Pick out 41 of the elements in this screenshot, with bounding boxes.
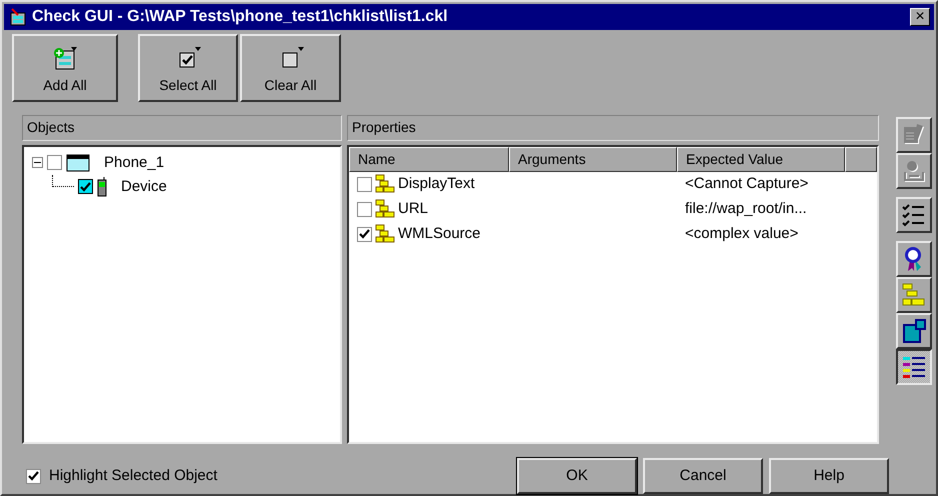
close-button[interactable]: × (910, 8, 930, 26)
window-title: Check GUI - G:\WAP Tests\phone_test1\chklist\list1.ckl (32, 6, 448, 27)
panel-header: Objects (22, 114, 342, 141)
add-list-icon (52, 46, 78, 71)
toolbar-button[interactable]: Add All (12, 34, 118, 102)
dialog-button[interactable]: Cancel (643, 458, 763, 494)
bricks-icon (374, 174, 396, 194)
tree-checkbox[interactable] (47, 155, 62, 170)
column-header[interactable]: Expected Value (677, 146, 845, 172)
toolbar-button[interactable]: Select All (138, 34, 238, 102)
tree-checkbox[interactable] (78, 179, 93, 194)
checklist-icon (901, 202, 927, 228)
expected-value: file://wap_root/in... (684, 199, 807, 220)
option-label: Highlight Selected Object (49, 466, 218, 486)
collapse-icon[interactable] (32, 157, 43, 168)
window-icon (901, 318, 927, 344)
bricks-icon (901, 282, 927, 308)
tree-label[interactable]: Device (121, 176, 167, 198)
phone-icon (97, 176, 107, 197)
bricks-icon (374, 199, 396, 220)
row-checkbox[interactable] (357, 202, 372, 217)
column-header[interactable]: Name (349, 146, 509, 172)
bricks-icon (374, 224, 396, 244)
property-name[interactable]: URL (398, 198, 428, 221)
property-name[interactable]: WMLSource (398, 223, 481, 246)
expected-value: <complex value> (684, 224, 798, 244)
toolbar-button[interactable]: Clear All (240, 34, 341, 102)
column-header[interactable]: Arguments (509, 146, 677, 172)
dialog-button[interactable]: Help (769, 458, 889, 494)
tool-button[interactable] (896, 348, 932, 385)
app-icon (8, 6, 28, 27)
row-checkbox[interactable] (357, 176, 372, 192)
checkbox[interactable] (26, 468, 41, 484)
row-checkbox[interactable] (357, 226, 372, 242)
panel-header: Properties (347, 114, 879, 141)
tree-line (52, 174, 74, 187)
dialog-button[interactable]: OK (517, 458, 637, 494)
tree-label[interactable]: Phone_1 (104, 152, 164, 174)
window-icon (66, 154, 90, 172)
property-name[interactable]: DisplayText (398, 173, 475, 196)
expected-value: <Cannot Capture> (684, 174, 808, 194)
